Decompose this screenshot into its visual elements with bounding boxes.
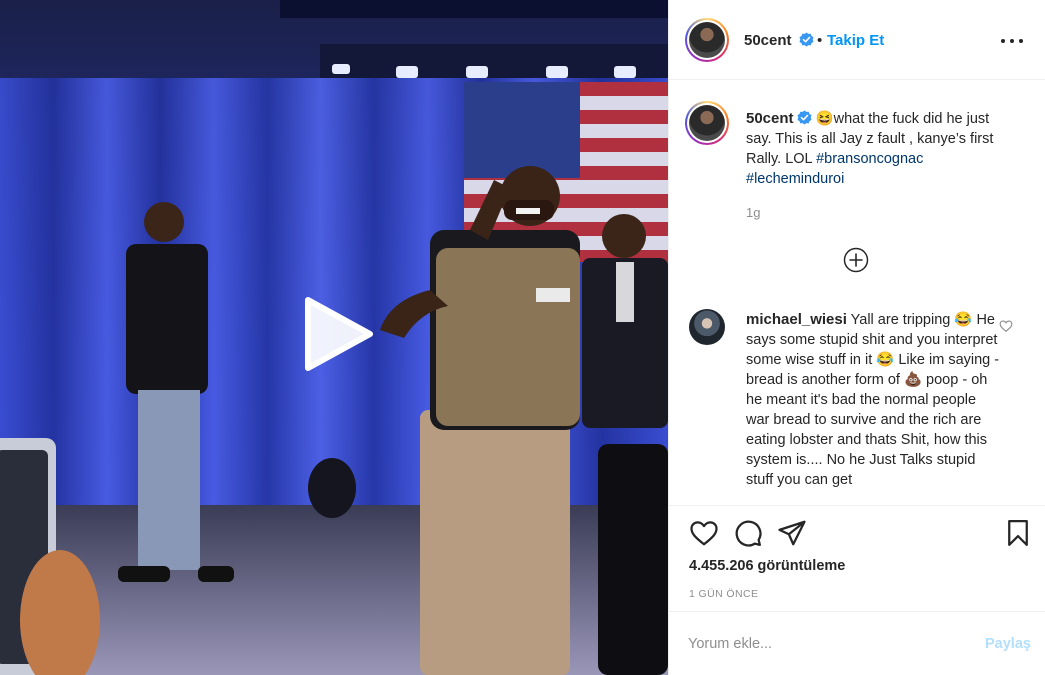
- verified-badge-icon: [797, 110, 812, 125]
- post-media-video[interactable]: [0, 0, 668, 675]
- heart-icon[interactable]: [689, 518, 719, 548]
- post-caption: 50cent 😆what the fuck did he just say. T…: [746, 109, 1016, 189]
- comment-input[interactable]: [688, 632, 968, 656]
- share-icon[interactable]: [777, 518, 807, 548]
- comment-item: michael_wiesi Yall are tripping 😂 He say…: [746, 310, 1002, 490]
- commenter-avatar[interactable]: [689, 309, 725, 345]
- comment-heart-icon[interactable]: [999, 319, 1013, 333]
- follow-button[interactable]: Takip Et: [827, 32, 884, 49]
- comment-composer: Paylaş: [669, 611, 1045, 675]
- caption-author-avatar[interactable]: [685, 101, 729, 145]
- post-header: 50cent • Takip Et: [669, 0, 1045, 80]
- verified-badge-icon: [799, 32, 814, 47]
- follow-separator: •: [817, 32, 823, 49]
- comments-section[interactable]: 50cent 😆what the fuck did he just say. T…: [669, 81, 1045, 505]
- view-count[interactable]: 4.455.206 görüntüleme: [689, 558, 845, 574]
- author-username[interactable]: 50cent: [744, 32, 792, 49]
- load-more-icon[interactable]: [843, 247, 869, 273]
- comment-text: Yall are tripping 😂 He says some stupid …: [746, 312, 1000, 488]
- author-avatar[interactable]: [685, 18, 729, 62]
- commenter-username[interactable]: michael_wiesi: [746, 311, 847, 328]
- more-options-icon[interactable]: [999, 30, 1025, 50]
- author-username-block: 50cent: [744, 32, 814, 50]
- caption-username[interactable]: 50cent: [746, 110, 794, 127]
- hashtag-link[interactable]: #lecheminduroi: [746, 171, 844, 187]
- caption-timestamp[interactable]: 1g: [746, 205, 760, 220]
- play-icon[interactable]: [300, 296, 376, 372]
- post-sidebar: 50cent • Takip Et 50cent 😆what the fuck …: [668, 0, 1045, 675]
- post-date[interactable]: 1 GÜN ÖNCE: [689, 588, 758, 600]
- post-actions: 4.455.206 görüntüleme 1 GÜN ÖNCE: [669, 505, 1045, 611]
- bookmark-icon[interactable]: [1003, 518, 1033, 548]
- hashtag-link[interactable]: #bransoncognac: [816, 151, 923, 167]
- comment-icon[interactable]: [733, 518, 763, 548]
- caption-emoji: 😆: [815, 111, 834, 127]
- post-comment-button[interactable]: Paylaş: [985, 636, 1031, 652]
